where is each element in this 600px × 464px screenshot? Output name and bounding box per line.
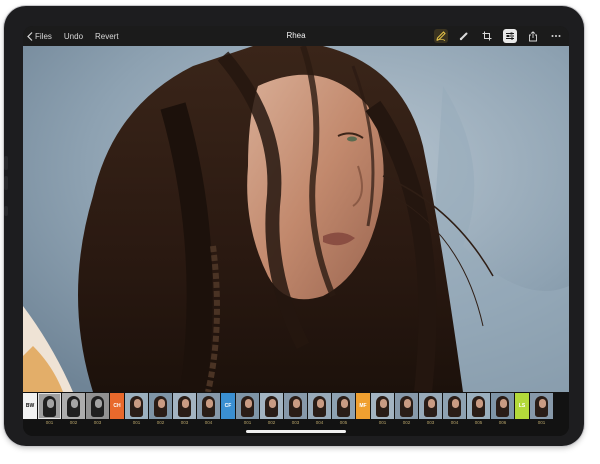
more-icon: [551, 35, 561, 37]
pen-icon: [436, 31, 446, 41]
filter-number-label: 001: [45, 420, 54, 425]
filter-thumbnail[interactable]: [308, 393, 331, 419]
filter-thumbnail[interactable]: [260, 393, 283, 419]
filter-number-label: 006: [498, 420, 507, 425]
filter-number-label: 005: [474, 420, 483, 425]
filter-number-label: 003: [180, 420, 189, 425]
filter-number-label: 005: [339, 420, 348, 425]
filter-number-label: 002: [69, 420, 78, 425]
portrait-image: [23, 46, 569, 392]
photo-canvas[interactable]: [23, 46, 569, 392]
filter-number-label: 003: [426, 420, 435, 425]
filter-thumbnail[interactable]: [467, 393, 490, 419]
filter-thumbnail[interactable]: [173, 393, 196, 419]
filter-tag-spacer: [23, 420, 37, 428]
brush-tool-button[interactable]: [457, 29, 471, 43]
filter-number-label: 004: [315, 420, 324, 425]
home-indicator[interactable]: [246, 430, 346, 433]
ipad-device: Files Undo Revert Rhea BW CH CF MF LS 00…: [4, 6, 584, 446]
filter-number-label: 003: [291, 420, 300, 425]
undo-button[interactable]: Undo: [64, 32, 83, 41]
filter-thumbnail[interactable]: [149, 393, 172, 419]
files-back-label: Files: [35, 31, 52, 41]
filter-tag-spacer: [356, 420, 370, 428]
pen-tool-button[interactable]: [434, 29, 448, 43]
screen: Files Undo Revert Rhea BW CH CF MF LS 00…: [23, 26, 569, 436]
filter-thumbnail[interactable]: [62, 393, 85, 419]
filter-thumbnail[interactable]: [371, 393, 394, 419]
thumbnail-face: [452, 399, 459, 408]
filter-thumbnail[interactable]: [284, 393, 307, 419]
filter-thumbnail[interactable]: [236, 393, 259, 419]
filter-number-label: 004: [450, 420, 459, 425]
crop-tool-button[interactable]: [480, 29, 494, 43]
thumbnail-face: [269, 399, 276, 408]
crop-icon: [482, 31, 492, 41]
filter-tag-spacer: [515, 420, 529, 428]
thumbnail-face: [182, 399, 189, 408]
thumbnail-face: [245, 399, 252, 408]
chevron-left-icon: [27, 31, 33, 41]
thumbnail-face: [47, 399, 54, 408]
filter-number-label: 002: [267, 420, 276, 425]
filter-number-label: 004: [204, 420, 213, 425]
toolbar: Files Undo Revert Rhea: [23, 26, 569, 46]
power-button: [4, 206, 8, 216]
share-button[interactable]: [526, 29, 540, 43]
thumbnail-face: [293, 399, 300, 408]
filter-thumbnail[interactable]: [125, 393, 148, 419]
filter-labels: 001 002 003 001 002 003 004 001 002 003 004 005 001 0…: [23, 420, 553, 428]
filter-thumbnails: BW CH CF MF LS: [23, 393, 553, 419]
filter-thumbnail[interactable]: [197, 393, 220, 419]
filter-thumbnail[interactable]: [332, 393, 355, 419]
thumbnail-face: [428, 399, 435, 408]
more-button[interactable]: [549, 29, 563, 43]
sliders-icon: [506, 32, 514, 40]
thumbnail-face: [95, 399, 102, 408]
thumbnail-face: [134, 399, 141, 408]
thumbnail-face: [317, 399, 324, 408]
filter-group-tag[interactable]: CH: [110, 393, 124, 419]
filter-group-tag[interactable]: CF: [221, 393, 235, 419]
thumbnail-face: [539, 399, 546, 408]
filter-thumbnail[interactable]: [530, 393, 553, 419]
thumbnail-face: [158, 399, 165, 408]
filter-thumbnail[interactable]: [38, 393, 61, 419]
filter-thumbnail[interactable]: [443, 393, 466, 419]
thumbnail-face: [341, 399, 348, 408]
files-back-button[interactable]: Files: [27, 32, 52, 41]
filter-filmstrip: BW CH CF MF LS 001 002 003 001 002 003 004 001 002 00…: [23, 392, 569, 436]
filter-tag-spacer: [110, 420, 124, 428]
filter-number-label: 002: [402, 420, 411, 425]
thumbnail-face: [404, 399, 411, 408]
filter-tag-spacer: [221, 420, 235, 428]
share-icon: [529, 30, 537, 41]
thumbnail-face: [500, 399, 507, 408]
filter-number-label: 003: [93, 420, 102, 425]
filter-thumbnail[interactable]: [86, 393, 109, 419]
adjustments-button[interactable]: [503, 29, 517, 43]
volume-up-button: [4, 156, 8, 170]
filter-group-tag[interactable]: BW: [23, 393, 37, 419]
thumbnail-face: [476, 399, 483, 408]
volume-down-button: [4, 176, 8, 190]
thumbnail-face: [380, 399, 387, 408]
thumbnail-face: [71, 399, 78, 408]
filter-number-label: 001: [132, 420, 141, 425]
thumbnail-face: [206, 399, 213, 408]
revert-button[interactable]: Revert: [95, 32, 119, 41]
filter-thumbnail[interactable]: [419, 393, 442, 419]
brush-icon: [459, 32, 468, 41]
filter-number-label: 001: [537, 420, 546, 425]
filter-number-label: 001: [378, 420, 387, 425]
filter-group-tag[interactable]: LS: [515, 393, 529, 419]
filter-number-label: 001: [243, 420, 252, 425]
filter-thumbnail[interactable]: [395, 393, 418, 419]
filter-number-label: 002: [156, 420, 165, 425]
filter-thumbnail[interactable]: [491, 393, 514, 419]
filter-group-tag[interactable]: MF: [356, 393, 370, 419]
